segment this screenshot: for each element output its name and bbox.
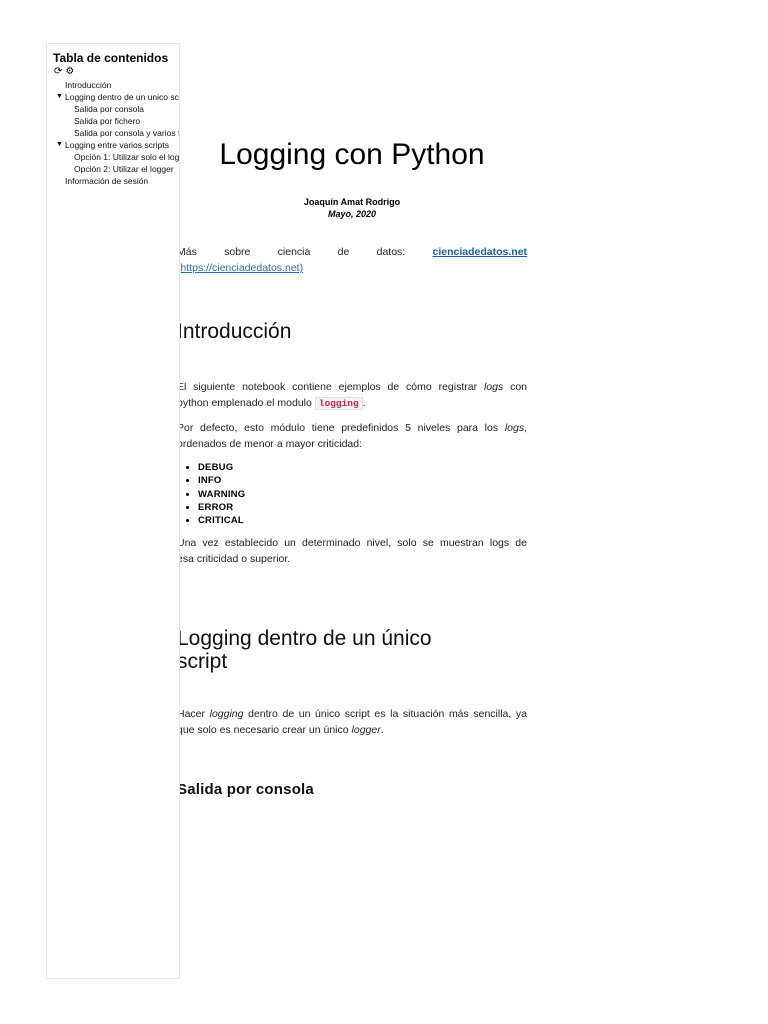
text-emphasis: logging xyxy=(209,708,244,720)
toc-item-salida-consola[interactable]: Salida por consola xyxy=(47,103,179,115)
more-info-line: Más sobre ciencia de datos: cienciadedat… xyxy=(177,244,527,260)
text-run: que solo es necesario crear un único xyxy=(177,724,349,736)
toc-list: Introducción ▼ Logging dentro de un unico… xyxy=(47,79,180,187)
caret-down-icon[interactable]: ▼ xyxy=(56,139,63,151)
heading-salida-consola: Salida por consola xyxy=(177,781,314,798)
intro-paragraph-3: Una vez establecido un determinado nivel… xyxy=(177,535,527,567)
text-run: esa criticidad o superior. xyxy=(177,553,291,565)
list-item: INFO xyxy=(198,474,245,487)
list-item: CRITICAL xyxy=(198,514,245,527)
paragraph-line: ordenados de menor a mayor criticidad: xyxy=(177,436,527,452)
list-item: DEBUG xyxy=(198,461,245,474)
toc-item-label: Logging entre varios scripts xyxy=(65,140,169,150)
text-run: Por defecto, esto módulo tiene predefini… xyxy=(177,422,499,434)
text-emphasis: logs xyxy=(504,422,525,434)
author-name: Joaquín Amat Rodrigo xyxy=(303,197,401,207)
more-info-paragraph: Más sobre ciencia de datos: cienciadedat… xyxy=(177,244,527,276)
caret-down-icon[interactable]: ▼ xyxy=(56,91,63,103)
text-run: . xyxy=(380,724,384,736)
intro-paragraph-1: El siguiente notebook contiene ejemplos … xyxy=(177,379,527,412)
cienciadedatos-url-link[interactable]: (https://cienciadedatos.net) xyxy=(177,262,303,274)
paragraph-line: python emplenado el modulo logging. xyxy=(177,395,527,412)
text-word: ciencia xyxy=(277,246,311,258)
heading-introduccion: Introducción xyxy=(177,320,292,343)
toc-item-opcion-1[interactable]: Opción 1: Utilizar solo el logger root xyxy=(47,151,180,163)
toc-item-salida-fichero[interactable]: Salida por fichero xyxy=(47,115,179,127)
toc-item-label: Opción 2: Utilizar el logger xyxy=(74,164,174,174)
paragraph-line: Por defecto, esto módulo tiene predefini… xyxy=(177,420,527,436)
heading-logging-unico-script: Logging dentro de un único script xyxy=(177,627,537,673)
text-word: sobre xyxy=(224,246,251,258)
heading-line: Logging dentro de un único xyxy=(177,627,432,650)
text-run: con xyxy=(510,381,528,393)
table-of-contents: Tabla de contenidos ⟳ ⚙ Introducción ▼ Lo… xyxy=(46,43,180,979)
text-run: . xyxy=(362,397,366,409)
publish-date: Mayo, 2020 xyxy=(327,209,377,219)
single-script-paragraph: Hacer logging dentro de un único script … xyxy=(177,706,527,738)
toc-toolbar: ⟳ ⚙ xyxy=(54,67,74,77)
inline-code-logging: logging xyxy=(314,397,363,410)
more-info-line: (https://cienciadedatos.net) xyxy=(177,260,527,276)
heading-line: script xyxy=(177,650,228,673)
text-run: dentro de un único script es la situació… xyxy=(248,708,527,720)
toc-item-label: Salida por fichero xyxy=(74,116,141,126)
list-item: ERROR xyxy=(198,501,245,514)
text-run: , xyxy=(524,422,527,434)
list-item: WARNING xyxy=(198,488,245,501)
toc-title: Tabla de contenidos xyxy=(53,51,169,65)
text-run: Una vez establecido un determinado nivel… xyxy=(177,537,527,549)
toc-item-label: Salida por consola xyxy=(74,104,144,114)
toc-item-informacion-sesion[interactable]: Información de sesión xyxy=(47,175,179,187)
gear-icon[interactable]: ⚙ xyxy=(65,67,74,77)
paragraph-line: Hacer logging dentro de un único script … xyxy=(177,706,527,722)
paragraph-line: Una vez establecido un determinado nivel… xyxy=(177,535,527,551)
log-levels-list: DEBUG INFO WARNING ERROR CRITICAL xyxy=(186,461,245,527)
text-word: datos: xyxy=(376,246,406,258)
toc-item-label: Introducción xyxy=(65,80,112,90)
toc-item-label: Logging dentro de un unico script xyxy=(65,92,180,102)
text-run: python emplenado el modulo xyxy=(177,397,312,409)
toc-item-label: Información de sesión xyxy=(65,176,149,186)
toc-item-opcion-2[interactable]: Opción 2: Utilizar el logger xyxy=(47,163,179,175)
text-emphasis: logs xyxy=(483,381,504,393)
cienciadedatos-link[interactable]: cienciadedatos.net xyxy=(433,246,528,258)
text-emphasis: logger xyxy=(351,724,381,736)
text-run: Hacer xyxy=(177,708,206,720)
paragraph-line: esa criticidad o superior. xyxy=(177,551,527,567)
paragraph-line: El siguiente notebook contiene ejemplos … xyxy=(177,379,527,395)
page-title: Logging con Python xyxy=(219,138,485,171)
toc-item-label: Salida por consola y varios ficheros xyxy=(74,128,179,138)
intro-paragraph-2: Por defecto, esto módulo tiene predefini… xyxy=(177,420,527,452)
refresh-icon[interactable]: ⟳ xyxy=(54,67,62,77)
toc-item-logging-varios-scripts[interactable]: ▼ Logging entre varios scripts xyxy=(47,139,179,151)
toc-item-label: Opción 1: Utilizar solo el logger root xyxy=(74,152,180,162)
text-run: ordenados de menor a mayor criticidad: xyxy=(177,438,363,450)
paragraph-line: que solo es necesario crear un único log… xyxy=(177,722,527,738)
text-word: de xyxy=(337,246,350,258)
toc-item-salida-consola-varios[interactable]: Salida por consola y varios ficheros xyxy=(47,127,179,139)
toc-item-introduccion[interactable]: Introducción xyxy=(47,79,179,91)
toc-item-logging-unico-script[interactable]: ▼ Logging dentro de un unico script xyxy=(47,91,180,103)
text-run: El siguiente notebook contiene ejemplos … xyxy=(177,381,478,393)
